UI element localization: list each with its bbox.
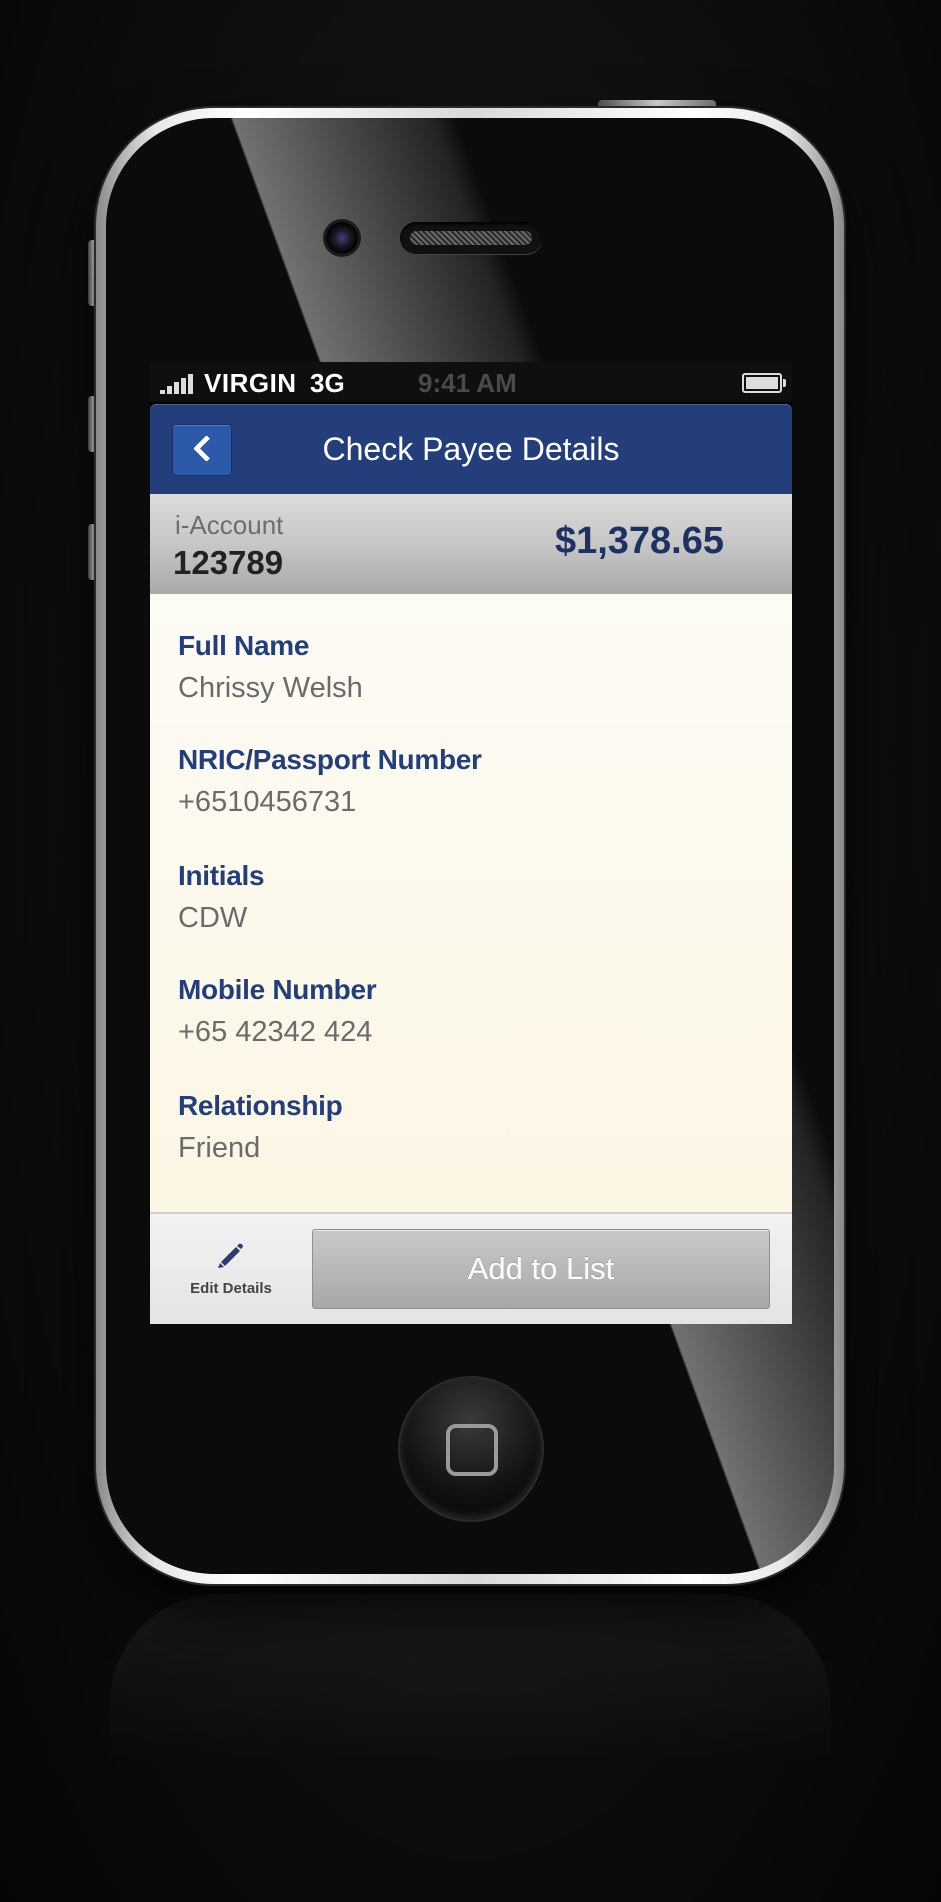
back-button[interactable] — [172, 424, 232, 476]
chevron-left-icon — [193, 435, 220, 462]
full-name-value: Chrissy Welsh — [178, 672, 363, 704]
edit-details-label: Edit Details — [190, 1280, 272, 1297]
phone-reflection — [110, 1594, 830, 1834]
network-type: 3G — [310, 368, 345, 398]
navigation-bar: Check Payee Details — [150, 404, 792, 494]
home-square-icon — [446, 1424, 498, 1476]
initials-label: Initials — [178, 860, 265, 891]
page-title: Check Payee Details — [322, 431, 620, 467]
account-summary: i-Account 123789 $1,378.65 — [150, 494, 792, 594]
signal-strength-icon — [160, 374, 196, 394]
initials-value: CDW — [178, 902, 248, 934]
edit-details-button[interactable]: Edit Details — [174, 1234, 288, 1308]
relationship-label: Relationship — [178, 1090, 343, 1121]
relationship-value: Friend — [178, 1132, 261, 1164]
mobile-number-value: +65 42342 424 — [178, 1016, 373, 1048]
nric-passport-value: +6510456731 — [178, 786, 357, 818]
battery-icon — [742, 373, 786, 393]
mobile-number-label: Mobile Number — [178, 974, 377, 1005]
carrier-name: VIRGIN — [204, 368, 297, 398]
nric-passport-label: NRIC/Passport Number — [178, 744, 482, 775]
add-to-list-button[interactable]: Add to List — [312, 1229, 770, 1309]
account-type-label: i-Account — [175, 510, 284, 540]
home-button[interactable] — [400, 1378, 542, 1520]
account-number: 123789 — [173, 544, 284, 581]
status-time: 9:41 AM — [418, 368, 517, 398]
pencil-icon — [218, 1243, 243, 1268]
phone-screen: VIRGIN 3G 9:41 AM Check Payee Details i-… — [150, 362, 792, 1324]
front-camera — [326, 222, 358, 254]
bottom-toolbar: Edit Details Add to List — [150, 1212, 792, 1324]
account-balance: $1,378.65 — [554, 520, 724, 562]
full-name-label: Full Name — [178, 630, 310, 661]
earpiece-speaker — [400, 222, 542, 254]
payee-details: Full Name Chrissy Welsh NRIC/Passport Nu… — [150, 594, 792, 1212]
status-bar: VIRGIN 3G 9:41 AM — [150, 362, 792, 402]
